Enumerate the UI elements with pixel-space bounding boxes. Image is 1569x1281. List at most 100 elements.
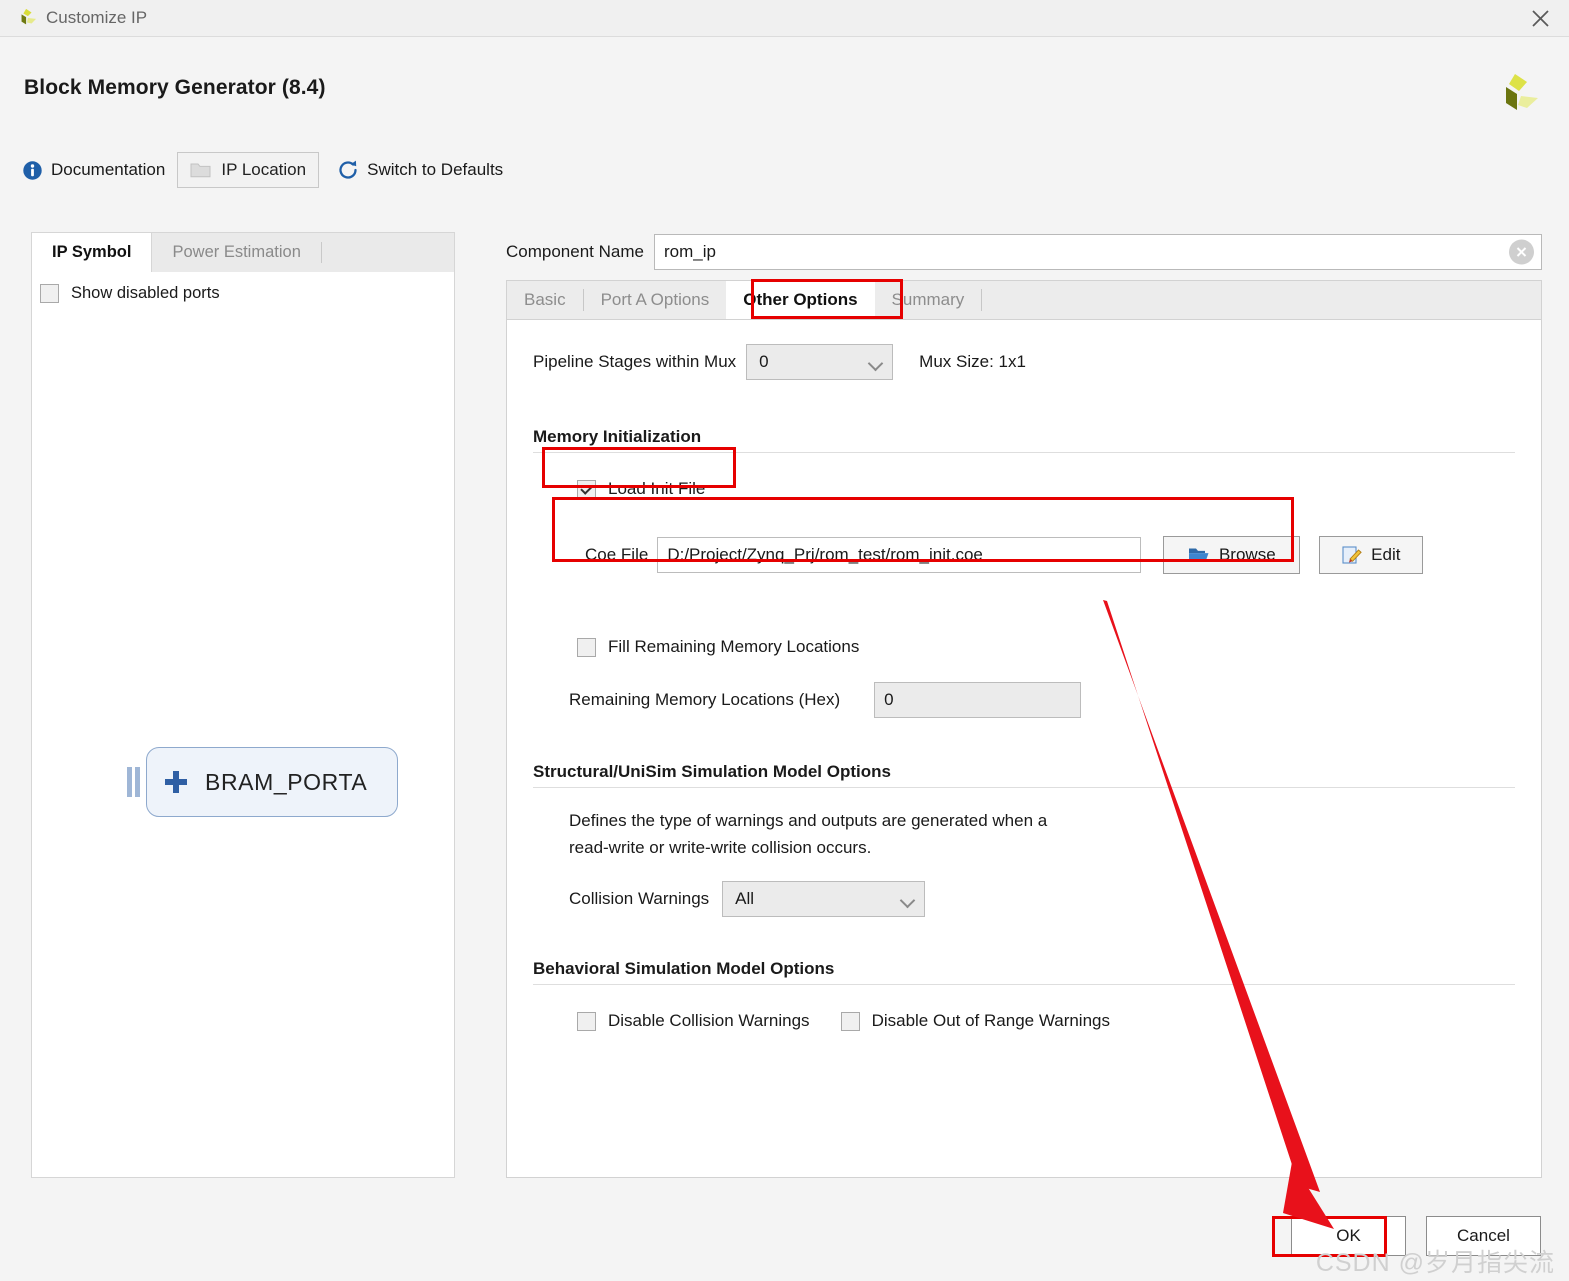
mux-size-label: Mux Size: 1x1: [919, 352, 1026, 371]
component-name-input[interactable]: rom_ip: [653, 234, 1542, 270]
refresh-icon: [339, 160, 357, 179]
remaining-hex-label: Remaining Memory Locations (Hex): [569, 690, 841, 709]
switch-to-defaults-button[interactable]: Switch to Defaults: [331, 152, 509, 188]
load-init-file-checkbox[interactable]: Load Init File: [577, 479, 1515, 499]
component-name-label: Component Name: [506, 242, 644, 261]
behavioral-checkbox-row: Disable Collision Warnings Disable Out o…: [577, 1011, 1515, 1031]
tab-basic[interactable]: Basic: [507, 281, 583, 319]
chevron-down-icon: [901, 893, 914, 906]
dialog-footer: OK Cancel: [1271, 1216, 1541, 1256]
coe-file-row: Coe File D:/Project/Zynq_Prj/rom_test/ro…: [585, 536, 1515, 574]
tab-summary-label: Summary: [891, 290, 965, 309]
folder-icon: [190, 163, 211, 178]
tab-summary[interactable]: Summary: [875, 281, 982, 319]
bram-porta-symbol[interactable]: BRAM_PORTA: [127, 747, 398, 817]
show-disabled-ports-checkbox[interactable]: Show disabled ports: [40, 284, 220, 303]
disable-collision-warnings-checkbox[interactable]: Disable Collision Warnings: [577, 1011, 810, 1031]
page-title: Block Memory Generator (8.4): [24, 76, 326, 99]
plus-icon[interactable]: [165, 771, 187, 793]
edit-label: Edit: [1371, 545, 1401, 564]
tab-other-options-label: Other Options: [743, 290, 858, 309]
section-divider: [533, 452, 1515, 453]
ip-location-label: IP Location: [221, 160, 307, 179]
tab-port-a-options-label: Port A Options: [600, 290, 710, 309]
cancel-label: Cancel: [1457, 1226, 1510, 1245]
documentation-button[interactable]: Documentation: [16, 152, 171, 188]
checkbox-box: [40, 284, 59, 303]
switch-to-defaults-label: Switch to Defaults: [367, 160, 504, 179]
edit-button[interactable]: Edit: [1319, 536, 1424, 574]
structural-section: Structural/UniSim Simulation Model Optio…: [533, 762, 1515, 917]
pipeline-stages-row: Pipeline Stages within Mux 0 Mux Size: 1…: [533, 344, 1515, 380]
window-title-bar: Customize IP: [0, 0, 1569, 37]
tab-power-estimation[interactable]: Power Estimation: [152, 233, 320, 272]
remaining-hex-input[interactable]: 0: [874, 682, 1082, 718]
disable-collision-warnings-label: Disable Collision Warnings: [608, 1011, 810, 1030]
collision-warnings-select[interactable]: All: [722, 881, 926, 917]
disable-out-of-range-warnings-checkbox[interactable]: Disable Out of Range Warnings: [840, 1011, 1110, 1031]
component-name-row: Component Name rom_ip: [506, 230, 1542, 274]
tab-other-options[interactable]: Other Options: [726, 281, 875, 319]
configuration-panel: Component Name rom_ip Basic Port A Optio…: [506, 230, 1542, 1178]
checkbox-box: [577, 479, 596, 499]
structural-description-line1: Defines the type of warnings and outputs…: [569, 811, 1048, 830]
remaining-hex-row: Remaining Memory Locations (Hex) 0: [569, 682, 1515, 718]
left-panel-tabs: IP Symbol Power Estimation: [31, 232, 455, 272]
tab-ip-symbol[interactable]: IP Symbol: [32, 233, 153, 272]
coe-file-input[interactable]: D:/Project/Zynq_Prj/rom_test/rom_init.co…: [657, 537, 1142, 573]
checkbox-box: [840, 1011, 860, 1031]
collision-warnings-label: Collision Warnings: [569, 889, 710, 908]
cancel-button[interactable]: Cancel: [1426, 1216, 1541, 1256]
bram-porta-label: BRAM_PORTA: [205, 768, 368, 795]
pipeline-stages-label: Pipeline Stages within Mux: [533, 352, 737, 371]
checkbox-box: [577, 1011, 596, 1031]
tab-port-a-options[interactable]: Port A Options: [584, 281, 727, 319]
ok-label: OK: [1336, 1226, 1361, 1245]
info-icon: [23, 160, 42, 180]
load-init-file-label: Load Init File: [608, 479, 706, 498]
memory-initialization-section: Memory Initialization Load Init File Coe…: [533, 427, 1515, 718]
section-divider: [533, 787, 1515, 788]
collision-warnings-value: All: [735, 889, 755, 908]
xilinx-logo-icon: [21, 8, 37, 25]
close-icon[interactable]: [1521, 2, 1559, 35]
ip-location-button[interactable]: IP Location: [177, 152, 320, 188]
edit-pencil-icon: [1342, 545, 1362, 565]
browse-button[interactable]: Browse: [1163, 536, 1301, 574]
structural-title: Structural/UniSim Simulation Model Optio…: [533, 762, 891, 781]
checkbox-box: [577, 637, 596, 657]
browse-label: Browse: [1218, 545, 1276, 564]
show-disabled-ports-label: Show disabled ports: [71, 284, 220, 302]
coe-file-label: Coe File: [585, 545, 649, 564]
behavioral-title: Behavioral Simulation Model Options: [533, 959, 835, 978]
structural-description-line2: read-write or write-write collision occu…: [569, 838, 872, 857]
window-title: Customize IP: [46, 8, 148, 27]
clear-circle-icon[interactable]: [1509, 239, 1534, 265]
pipeline-stages-value: 0: [759, 352, 769, 371]
port-pins-icon: [127, 767, 140, 797]
ip-symbol-canvas: Show disabled ports BRAM_PORTA: [32, 272, 454, 1177]
memory-initialization-title: Memory Initialization: [533, 427, 702, 446]
documentation-label: Documentation: [51, 160, 166, 179]
bram-porta-box[interactable]: BRAM_PORTA: [146, 747, 398, 817]
remaining-hex-value: 0: [884, 690, 894, 709]
other-options-content: Pipeline Stages within Mux 0 Mux Size: 1…: [506, 319, 1542, 1178]
folder-open-icon: [1188, 546, 1210, 564]
component-name-value: rom_ip: [663, 242, 716, 261]
coe-file-value: D:/Project/Zynq_Prj/rom_test/rom_init.co…: [667, 545, 983, 564]
behavioral-section: Behavioral Simulation Model Options Disa…: [533, 959, 1515, 1031]
ok-button[interactable]: OK: [1291, 1216, 1406, 1256]
toolbar: Documentation IP Location Switch to Defa…: [16, 152, 509, 188]
fill-remaining-label: Fill Remaining Memory Locations: [608, 637, 860, 656]
tab-basic-label: Basic: [524, 290, 566, 309]
disable-out-of-range-warnings-label: Disable Out of Range Warnings: [871, 1011, 1110, 1030]
collision-warnings-row: Collision Warnings All: [569, 881, 1515, 917]
tab-ip-symbol-label: IP Symbol: [52, 243, 132, 261]
chevron-down-icon: [869, 356, 882, 369]
tab-divider: [981, 289, 983, 311]
section-divider: [533, 984, 1515, 985]
tab-power-estimation-label: Power Estimation: [172, 243, 301, 261]
pipeline-stages-select[interactable]: 0: [746, 344, 894, 380]
fill-remaining-checkbox[interactable]: Fill Remaining Memory Locations: [577, 637, 1515, 657]
options-tab-bar: Basic Port A Options Other Options Summa…: [506, 280, 1542, 319]
